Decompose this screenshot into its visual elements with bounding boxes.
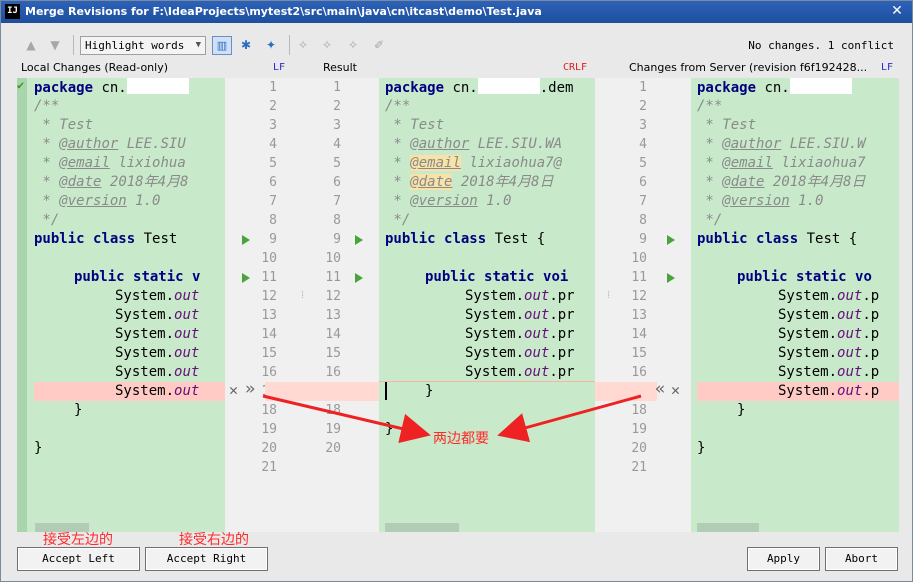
merge-window: IJ Merge Revisions for F:\IdeaProjects\m… — [0, 0, 913, 582]
apply-button[interactable]: Apply — [747, 547, 820, 571]
annotation-arrows — [262, 394, 642, 444]
annotation-left: 接受左边的 — [43, 532, 113, 548]
abort-button[interactable]: Abort — [825, 547, 898, 571]
annotation-right: 接受右边的 — [179, 532, 249, 548]
accept-left-button[interactable]: Accept Left — [17, 547, 140, 571]
accept-right-button[interactable]: Accept Right — [145, 547, 268, 571]
annotation-both: 两边都要 — [433, 431, 489, 447]
